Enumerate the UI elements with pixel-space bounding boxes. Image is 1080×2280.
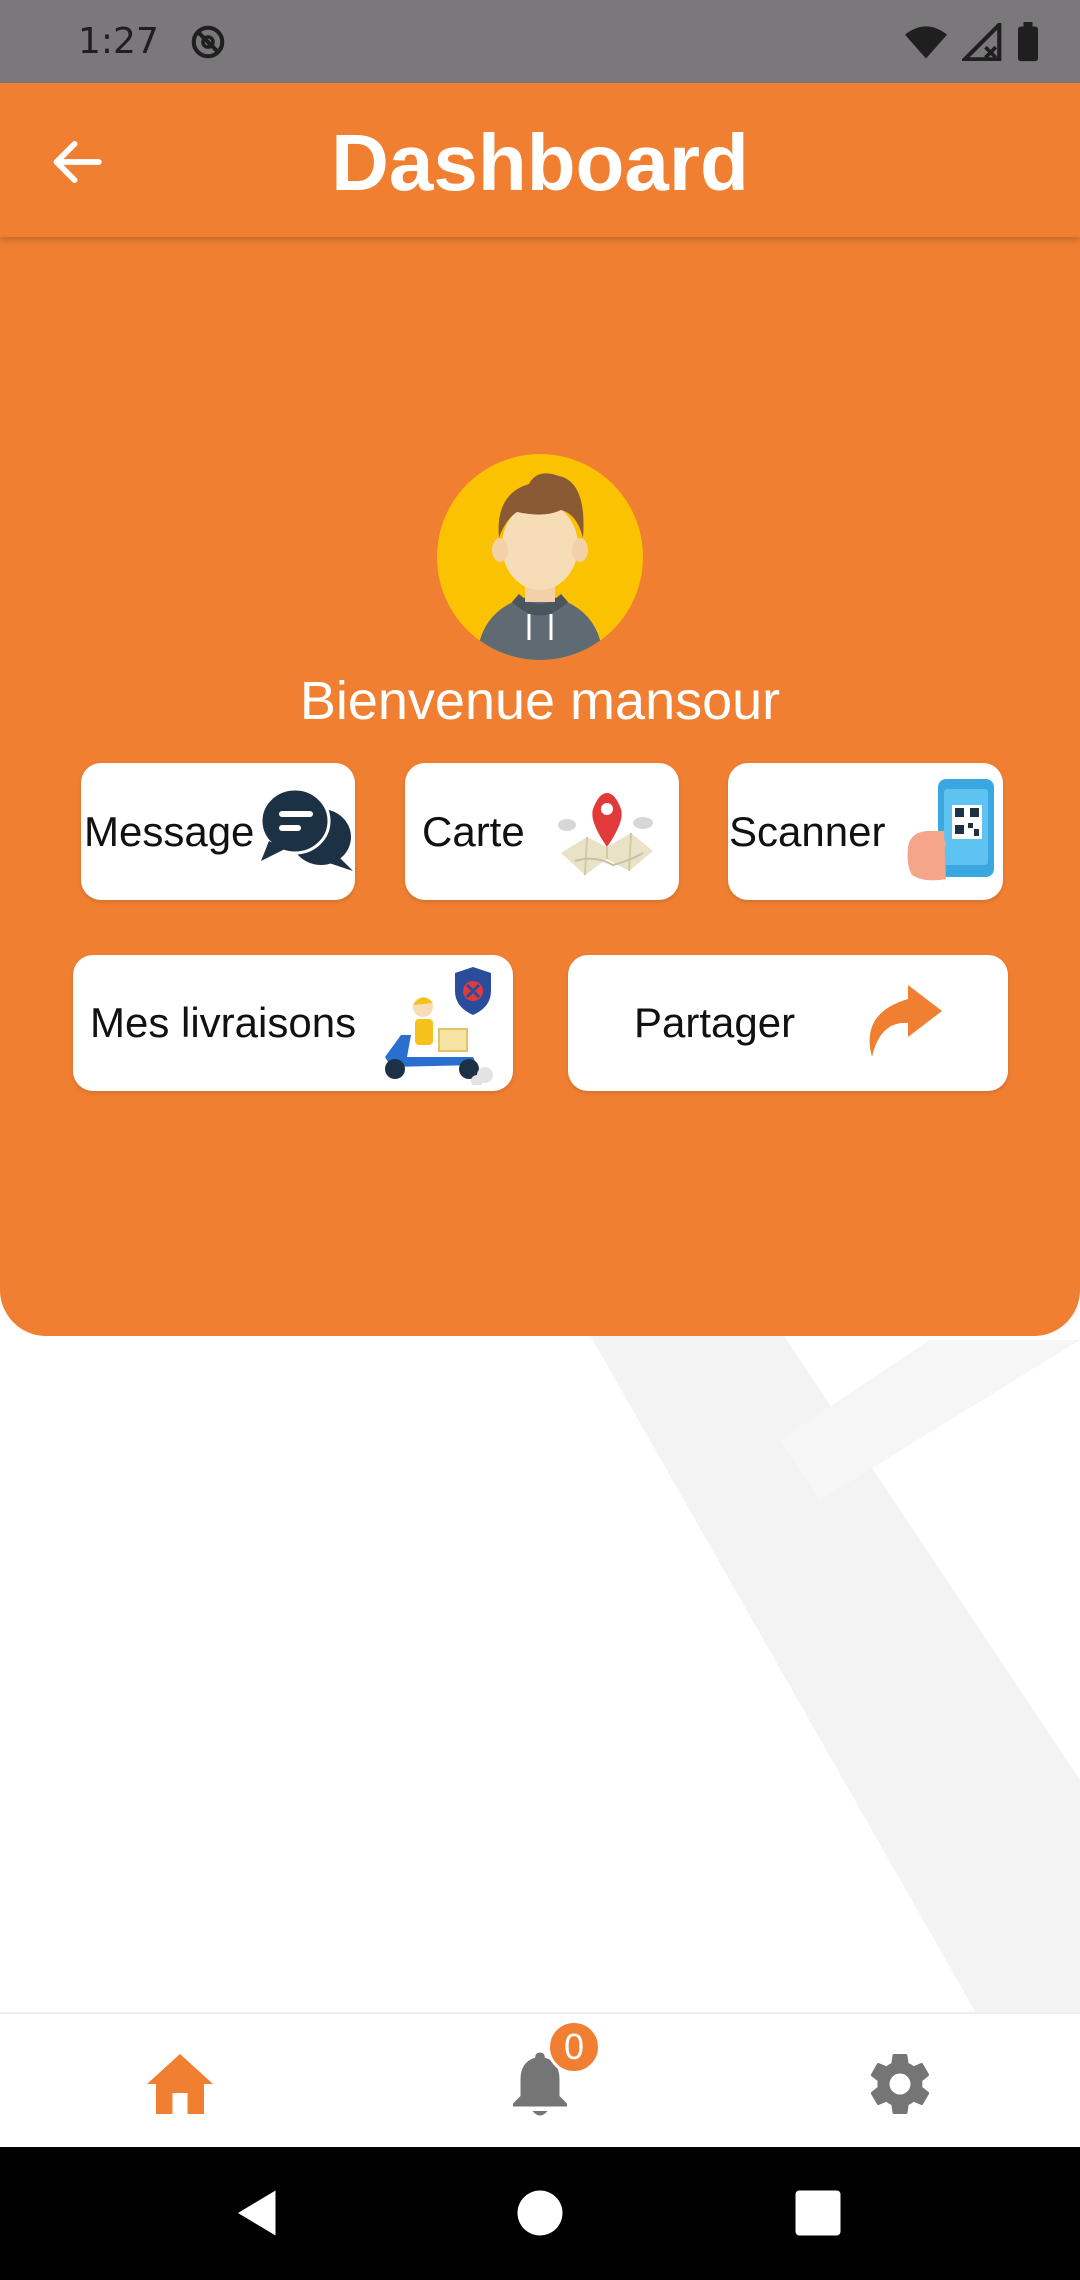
- mes-livraisons-button[interactable]: Mes livraisons: [73, 955, 513, 1091]
- mes-livraisons-label: Mes livraisons: [90, 999, 357, 1046]
- delivery-scooter-icon: [385, 967, 493, 1085]
- home-icon: [147, 2054, 213, 2114]
- bottom-navigation: [0, 2012, 1080, 2147]
- avatar: [437, 454, 643, 660]
- qr-phone-icon: [907, 779, 994, 881]
- recents-square-icon[interactable]: [788, 2183, 848, 2243]
- share-arrow-icon: [869, 985, 942, 1057]
- battery-icon: [1018, 21, 1038, 61]
- carte-button[interactable]: Carte: [405, 763, 679, 900]
- signal-icon: [962, 22, 1002, 61]
- do-not-disturb-icon: [191, 25, 225, 58]
- nav-settings[interactable]: [860, 2044, 940, 2124]
- welcome-text: Bienvenue mansour: [299, 671, 781, 731]
- system-navigation-bar: [0, 2147, 1080, 2280]
- gear-icon: [870, 2054, 930, 2115]
- wifi-icon: [904, 25, 948, 59]
- status-time: 1:27: [78, 21, 159, 62]
- chat-bubbles-icon: [259, 787, 353, 871]
- user-avatar-icon: [477, 473, 603, 660]
- status-bar: 1:27: [0, 0, 1080, 83]
- carte-label: Carte: [422, 807, 525, 855]
- app-bar: Dashboard: [0, 83, 1080, 237]
- notification-count-badge: 0: [547, 2020, 601, 2074]
- scanner-button[interactable]: Scanner: [728, 763, 1003, 900]
- home-circle-icon[interactable]: [510, 2183, 570, 2243]
- background-watermark: [570, 1300, 1080, 2020]
- partager-button[interactable]: Partager: [568, 955, 1008, 1091]
- message-label: Message: [84, 807, 255, 855]
- partager-label: Partager: [634, 999, 796, 1046]
- map-pin-icon: [558, 793, 653, 876]
- back-triangle-icon[interactable]: [228, 2183, 288, 2243]
- nav-home[interactable]: [140, 2044, 220, 2124]
- message-button[interactable]: Message: [81, 763, 355, 900]
- scanner-label: Scanner: [729, 807, 886, 855]
- page-title: Dashboard: [331, 118, 749, 207]
